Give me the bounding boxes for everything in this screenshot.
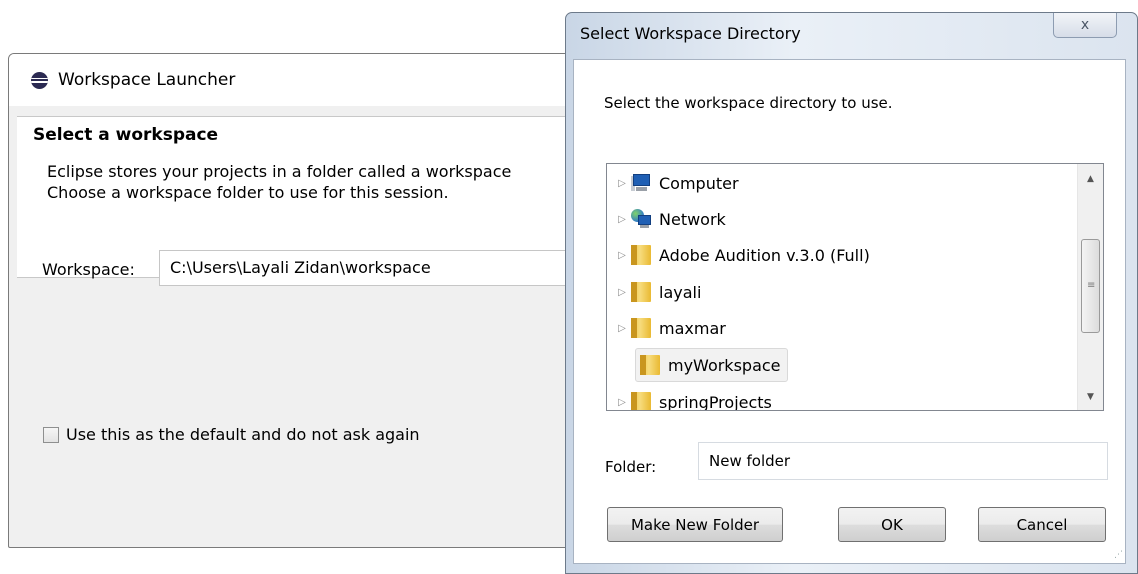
computer-icon — [631, 173, 651, 193]
dialog-message: Select the workspace directory to use. — [604, 94, 893, 112]
dialog-title: Select Workspace Directory — [580, 24, 801, 43]
expand-arrow-icon[interactable]: ▷ — [615, 397, 629, 408]
tree-item-label: Computer — [659, 173, 739, 193]
tree-item-label: maxmar — [659, 318, 726, 338]
tree-item-myworkspace[interactable]: myWorkspace — [635, 348, 788, 382]
grip-icon: ≡ — [1087, 280, 1096, 291]
workspace-launcher-window: Workspace Launcher Select a workspace Ec… — [8, 53, 608, 548]
scroll-thumb[interactable]: ≡ — [1081, 239, 1100, 333]
network-icon — [631, 209, 651, 229]
default-checkbox[interactable] — [43, 426, 59, 443]
folder-icon — [631, 282, 651, 302]
workspace-combo[interactable]: C:\Users\Layali Zidan\workspace — [159, 250, 607, 286]
select-workspace-directory-dialog: Select Workspace Directory ⅹ Select the … — [565, 12, 1138, 574]
close-icon: ⅹ — [1080, 17, 1090, 33]
launcher-title: Workspace Launcher — [58, 70, 236, 90]
folder-icon — [631, 245, 651, 265]
expand-arrow-icon[interactable]: ▷ — [615, 178, 629, 189]
expand-arrow-icon[interactable]: ▷ — [615, 287, 629, 298]
tree-scrollbar[interactable]: ▲ ≡ ▼ — [1077, 164, 1103, 410]
launcher-description: Eclipse stores your projects in a folder… — [47, 161, 511, 203]
folder-label: Folder: — [605, 458, 657, 476]
tree-item-maxmar[interactable]: ▷ maxmar — [615, 311, 726, 345]
tree-item-springprojects[interactable]: ▷ springProjects — [615, 385, 772, 411]
scroll-up-arrow-icon[interactable]: ▲ — [1078, 168, 1103, 190]
make-new-folder-button[interactable]: Make New Folder — [607, 507, 783, 542]
tree-item-computer[interactable]: ▷ Computer — [615, 166, 739, 200]
tree-item-network[interactable]: ▷ Network — [615, 202, 726, 236]
tree-item-layali[interactable]: ▷ layali — [615, 275, 701, 309]
folder-icon — [631, 392, 651, 410]
launcher-description-line2: Choose a workspace folder to use for thi… — [47, 183, 449, 202]
workspace-label: Workspace: — [42, 260, 135, 279]
default-checkbox-row[interactable]: Use this as the default and do not ask a… — [43, 425, 420, 444]
dialog-client-area: Select the workspace directory to use. ▷… — [573, 59, 1126, 564]
scroll-down-arrow-icon[interactable]: ▼ — [1078, 386, 1103, 408]
launcher-header-title: Select a workspace — [33, 125, 219, 145]
expand-arrow-icon[interactable]: ▷ — [615, 323, 629, 334]
folder-name-field[interactable]: New folder — [698, 442, 1108, 480]
tree-item-label: Adobe Audition v.3.0 (Full) — [659, 245, 870, 265]
launcher-titlebar[interactable]: Workspace Launcher — [9, 54, 607, 106]
eclipse-icon — [31, 71, 48, 89]
default-checkbox-label: Use this as the default and do not ask a… — [66, 425, 420, 444]
cancel-button[interactable]: Cancel — [978, 507, 1106, 542]
tree-item-label: springProjects — [659, 392, 772, 411]
ok-button[interactable]: OK — [838, 507, 946, 542]
close-button[interactable]: ⅹ — [1053, 13, 1117, 38]
tree-item-label: Network — [659, 209, 726, 229]
folder-icon — [640, 355, 660, 375]
tree-item-adobe-audition[interactable]: ▷ Adobe Audition v.3.0 (Full) — [615, 238, 870, 272]
folder-tree[interactable]: ▷ Computer ▷ Network ▷ Adobe Audition v.… — [606, 163, 1104, 411]
resize-grip-icon[interactable]: ⋰ — [1114, 550, 1123, 560]
launcher-description-line1: Eclipse stores your projects in a folder… — [47, 162, 512, 181]
expand-arrow-icon[interactable]: ▷ — [615, 214, 629, 225]
folder-icon — [631, 318, 651, 338]
expand-arrow-icon[interactable]: ▷ — [615, 250, 629, 261]
tree-item-label: layali — [659, 282, 702, 302]
tree-item-label: myWorkspace — [668, 355, 781, 375]
